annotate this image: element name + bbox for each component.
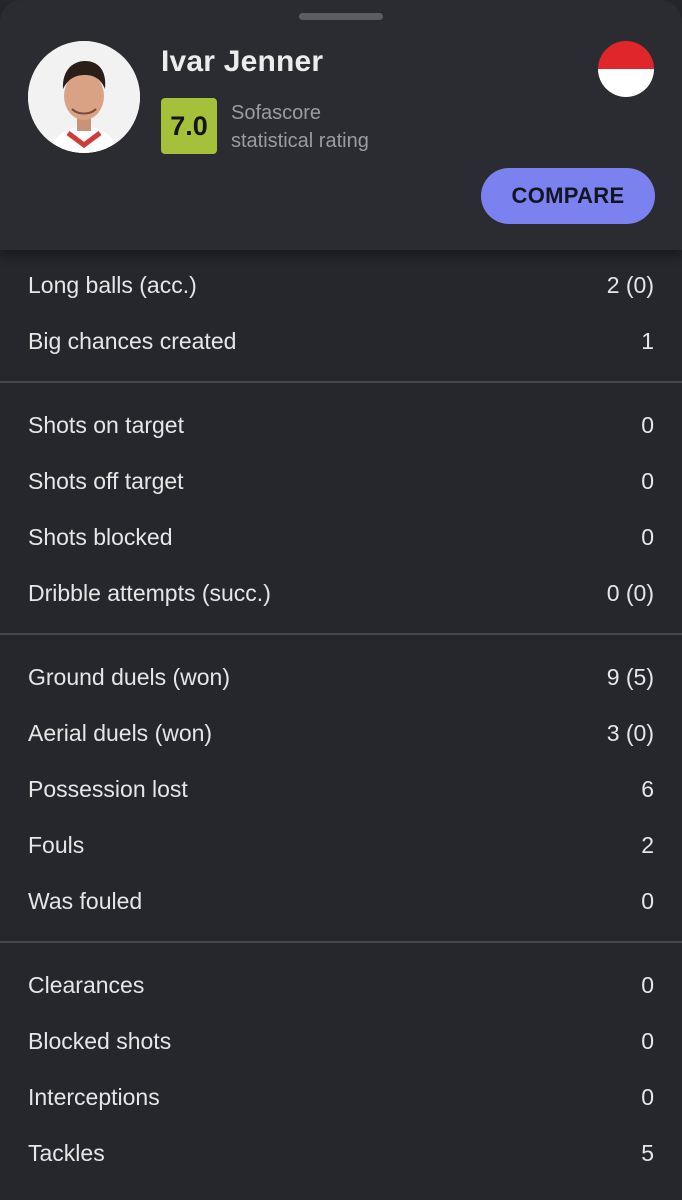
player-header: Ivar Jenner 7.0 Sofascore statistical ra… bbox=[0, 0, 682, 250]
stat-label: Was fouled bbox=[28, 887, 143, 914]
stat-value: 0 bbox=[641, 411, 654, 438]
rating-caption-line1: Sofascore bbox=[231, 102, 322, 124]
stat-row: Blocked shots 0 bbox=[28, 1013, 654, 1069]
stat-row: Shots blocked 0 bbox=[28, 509, 654, 565]
compare-button[interactable]: COMPARE bbox=[481, 168, 655, 224]
stat-row: Shots on target 0 bbox=[28, 397, 654, 453]
rating-badge[interactable]: 7.0 bbox=[161, 98, 217, 154]
stat-row: Big chances created 1 bbox=[28, 313, 654, 369]
stat-label: Shots off target bbox=[28, 467, 184, 494]
stat-value: 0 bbox=[641, 1083, 654, 1110]
stat-value: 0 bbox=[641, 523, 654, 550]
stat-label: Aerial duels (won) bbox=[28, 719, 213, 746]
stat-value: 2 (0) bbox=[606, 271, 654, 298]
stat-label: Blocked shots bbox=[28, 1027, 172, 1054]
stat-label: Dribble attempts (succ.) bbox=[28, 579, 271, 606]
stat-row: Interceptions 0 bbox=[28, 1069, 654, 1125]
stat-label: Interceptions bbox=[28, 1083, 160, 1110]
stat-label: Clearances bbox=[28, 971, 145, 998]
stat-value: 9 (5) bbox=[606, 663, 654, 690]
stat-label: Shots on target bbox=[28, 411, 184, 438]
stat-value: 3 (0) bbox=[606, 719, 654, 746]
stat-value: 6 bbox=[641, 775, 654, 802]
stat-label: Dribbled past bbox=[28, 1196, 164, 1200]
section-divider bbox=[0, 381, 682, 383]
stat-row: Fouls 2 bbox=[28, 817, 654, 873]
stat-label: Big chances created bbox=[28, 327, 237, 354]
stat-row: Aerial duels (won) 3 (0) bbox=[28, 705, 654, 761]
drag-handle[interactable] bbox=[299, 13, 383, 20]
stat-value: 5 bbox=[641, 1139, 654, 1166]
stat-label: Fouls bbox=[28, 831, 85, 858]
stat-value: 1 bbox=[641, 327, 654, 354]
rating-caption-line2: statistical rating bbox=[231, 130, 369, 152]
stat-value: 0 bbox=[641, 887, 654, 914]
stat-label: Ground duels (won) bbox=[28, 663, 230, 690]
player-stats-sheet: Ivar Jenner 7.0 Sofascore statistical ra… bbox=[0, 0, 682, 1200]
section-divider bbox=[0, 633, 682, 635]
stat-label: Shots blocked bbox=[28, 523, 173, 550]
stat-value: 0 bbox=[641, 1027, 654, 1054]
stat-value: 1 bbox=[641, 1196, 654, 1200]
player-avatar[interactable] bbox=[28, 41, 140, 153]
stat-row: Dribble attempts (succ.) 0 (0) bbox=[28, 565, 654, 621]
stat-row: Tackles 5 bbox=[28, 1125, 654, 1181]
stat-row: Long balls (acc.) 2 (0) bbox=[28, 257, 654, 313]
section-divider bbox=[0, 941, 682, 943]
stat-label: Tackles bbox=[28, 1139, 105, 1166]
stat-row: Was fouled 0 bbox=[28, 873, 654, 929]
stat-row: Clearances 0 bbox=[28, 957, 654, 1013]
stat-row: Dribbled past 1 bbox=[28, 1181, 654, 1200]
stat-row: Possession lost 6 bbox=[28, 761, 654, 817]
rating-caption: Sofascore statistical rating bbox=[231, 99, 369, 155]
player-name: Ivar Jenner bbox=[161, 45, 324, 78]
stat-row: Shots off target 0 bbox=[28, 453, 654, 509]
stat-value: 0 bbox=[641, 467, 654, 494]
stat-value: 0 bbox=[641, 971, 654, 998]
stat-value: 0 (0) bbox=[606, 579, 654, 606]
indonesia-flag-icon bbox=[598, 41, 654, 97]
stat-label: Long balls (acc.) bbox=[28, 271, 197, 298]
stat-row: Ground duels (won) 9 (5) bbox=[28, 649, 654, 705]
stat-value: 2 bbox=[641, 831, 654, 858]
stat-label: Possession lost bbox=[28, 775, 188, 802]
